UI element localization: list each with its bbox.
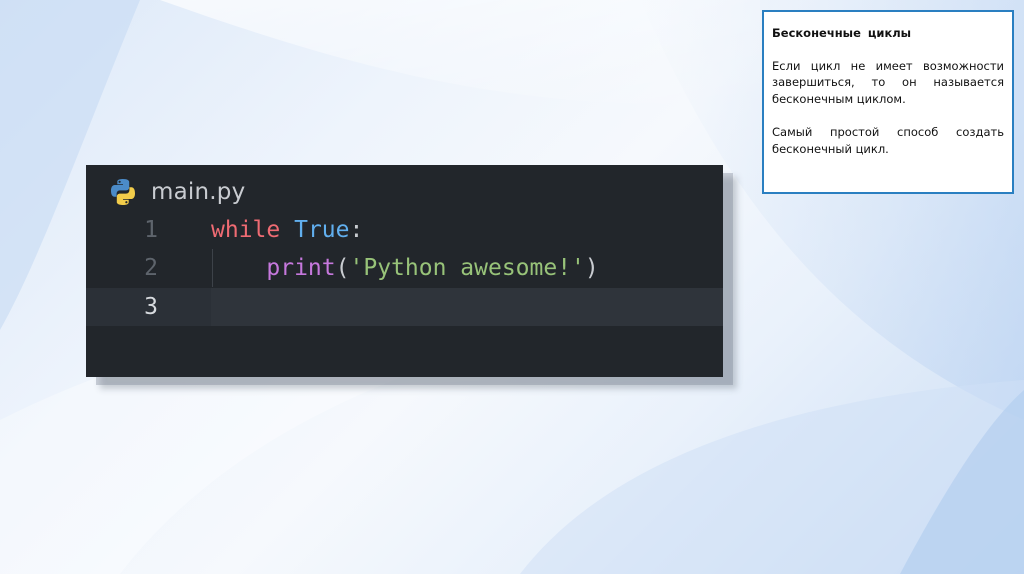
tab-title: main.py — [151, 179, 246, 205]
line-number: 1 — [144, 217, 158, 243]
editor-tab[interactable]: main.py — [108, 177, 245, 207]
python-logo-icon — [108, 177, 138, 207]
line-code: print('Python awesome!') — [211, 249, 599, 287]
code-line[interactable]: 2 print('Python awesome!') — [86, 249, 723, 287]
line-number: 3 — [144, 294, 158, 320]
code-line[interactable]: 3 — [86, 288, 723, 326]
code-token: ) — [584, 255, 599, 281]
note-paragraph-2: Самый простой способ создать бесконечный… — [772, 125, 1004, 156]
code-token: : — [349, 217, 364, 243]
code-token: ( — [335, 255, 350, 281]
current-line-highlight — [211, 288, 723, 326]
line-number: 2 — [144, 255, 158, 281]
code-line[interactable]: 1 while True: — [86, 211, 723, 249]
info-note-box: Бесконечные циклы Если цикл не имеет воз… — [762, 10, 1014, 194]
indent-guide — [212, 249, 213, 287]
code-token: print — [266, 255, 336, 281]
code-token: while — [211, 217, 281, 243]
code-token: 'Python awesome!' — [349, 255, 585, 281]
note-paragraph-1: Если цикл не имеет возможности завершить… — [772, 58, 1004, 106]
code-editor-window: main.py 1 while True: 2 print('Python awes… — [86, 165, 723, 377]
code-token: True — [294, 217, 350, 243]
line-code: while True: — [211, 211, 363, 249]
note-title: Бесконечные циклы — [772, 26, 912, 40]
